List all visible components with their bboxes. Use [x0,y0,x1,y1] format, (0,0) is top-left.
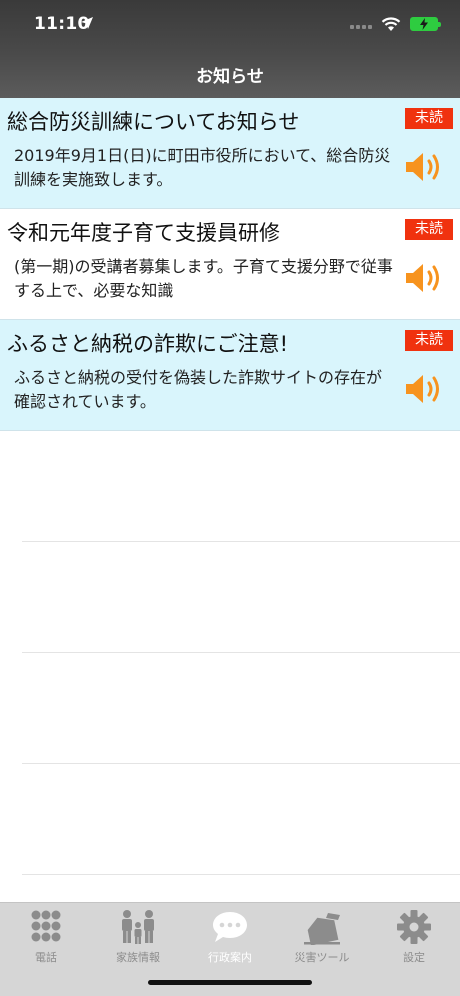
speaker-icon[interactable] [404,150,446,184]
notice-title: 令和元年度子育て支援員研修 [7,221,280,245]
chat-bubble-icon [213,912,247,942]
tab-administration-guide[interactable]: 行政案内 [184,909,276,969]
keypad-icon [31,910,61,942]
navigation-header: 11:10 お知らせ [0,0,460,98]
speaker-icon[interactable] [404,372,446,406]
wifi-icon [381,17,401,31]
notice-item[interactable]: 令和元年度子育て支援員研修 未読 (第一期)の受講者募集します。子育て支援分野で… [0,209,460,320]
empty-row-divider [22,652,460,653]
notice-body: 2019年9月1日(日)に町田市役所において、総合防災訓練を実施致します。 [14,146,391,189]
family-icon [122,910,154,944]
home-indicator [148,980,312,985]
gear-icon [397,910,431,944]
notice-item[interactable]: 総合防災訓練についてお知らせ 未読 2019年9月1日(日)に町田市役所において… [0,98,460,209]
empty-row-divider [22,763,460,764]
tab-settings[interactable]: 設定 [368,909,460,969]
battery-charging-icon [410,17,441,31]
tab-label: 電話 [35,951,57,964]
empty-row-divider [22,541,460,542]
empty-row-divider [22,874,460,875]
tab-phone[interactable]: 電話 [0,909,92,969]
notice-list: 総合防災訓練についてお知らせ 未読 2019年9月1日(日)に町田市役所において… [0,98,460,431]
notice-body: (第一期)の受講者募集します。子育て支援分野で従事する上で、必要な知識 [14,257,393,300]
tab-label: 設定 [403,951,425,964]
tab-label: 災害ツール [294,951,350,964]
page-title: お知らせ [196,67,264,87]
collapsed-house-icon [304,913,340,945]
tab-family-info[interactable]: 家族情報 [92,909,184,969]
tab-label: 行政案内 [208,951,252,964]
notice-title: ふるさと納税の詐欺にご注意! [7,332,288,356]
tab-disaster-tools[interactable]: 災害ツール [276,909,368,969]
unread-badge: 未読 [405,219,453,240]
notice-title: 総合防災訓練についてお知らせ [7,110,300,134]
speaker-icon[interactable] [404,261,446,295]
unread-badge: 未読 [405,330,453,351]
notice-item[interactable]: ふるさと納税の詐欺にご注意! 未読 ふるさと納税の受付を偽装した詐欺サイトの存在… [0,320,460,431]
location-arrow-icon [81,17,93,29]
unread-badge: 未読 [405,108,453,129]
notice-body: ふるさと納税の受付を偽装した詐欺サイトの存在が確認されています。 [14,368,383,411]
cellular-signal-icon [350,19,372,29]
status-indicators [350,14,441,34]
tab-label: 家族情報 [116,951,160,964]
